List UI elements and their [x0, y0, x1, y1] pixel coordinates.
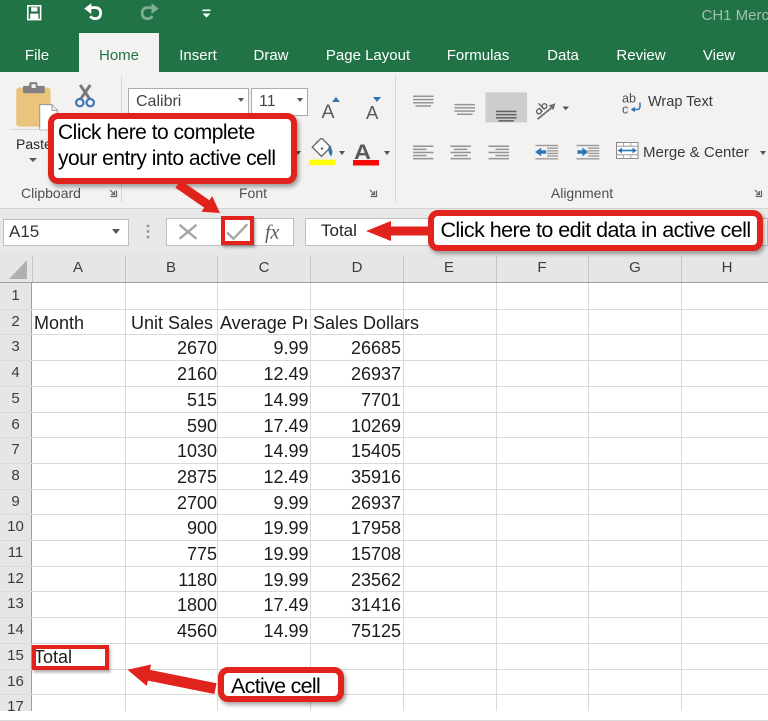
svg-text:c: c: [622, 103, 628, 117]
svg-text:fx: fx: [265, 222, 280, 244]
